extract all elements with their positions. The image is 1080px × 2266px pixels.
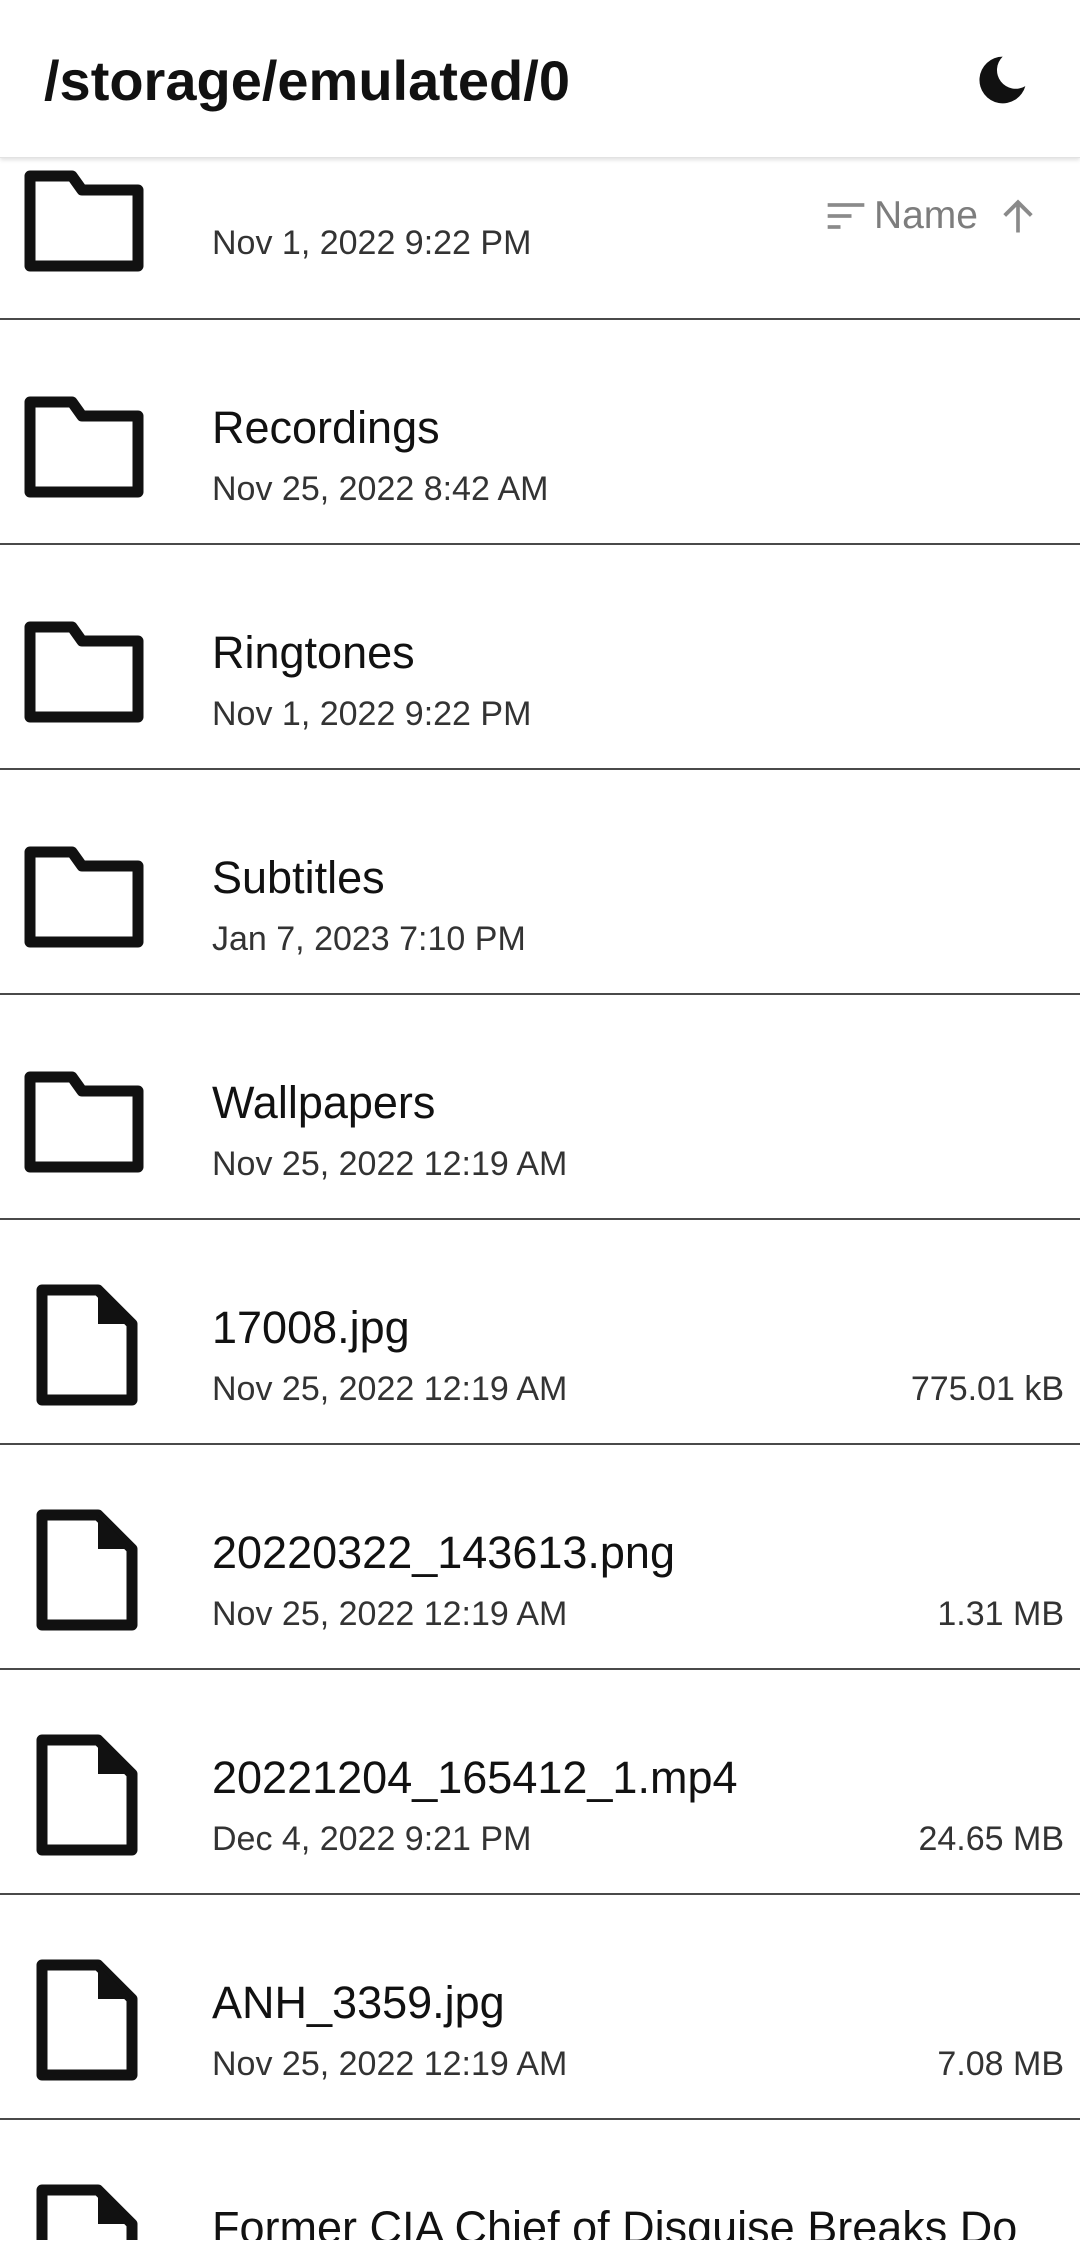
file-icon [20,1730,150,1860]
item-name: 17008.jpg [212,1302,410,1353]
item-date: Dec 4, 2022 9:21 PM [212,1820,532,1858]
folder-icon [20,154,150,284]
item-date: Nov 25, 2022 8:42 AM [212,470,549,508]
item-name: Recordings [212,402,440,453]
item-name: 20220322_143613.png [212,1527,675,1578]
folder-icon [20,605,150,735]
item-date: Nov 1, 2022 9:22 PM [212,695,532,733]
file-icon [20,2180,150,2240]
item-size: 1.31 MB [937,1595,1064,1633]
file-icon [20,1955,150,2085]
folder-row[interactable]: Recordings Nov 25, 2022 8:42 AM [0,320,1080,545]
file-icon [20,1280,150,1410]
app-bar: /storage/emulated/0 [0,0,1080,158]
file-row[interactable]: 20221204_165412_1.mp4 Dec 4, 2022 9:21 PM… [0,1670,1080,1895]
item-size: 7.08 MB [937,2045,1064,2083]
folder-icon [20,830,150,960]
current-path-title: /storage/emulated/0 [44,49,570,112]
moon-icon [979,56,1026,104]
theme-toggle-button[interactable] [970,48,1034,112]
item-date: Nov 25, 2022 12:19 AM [212,1595,568,1633]
folder-row[interactable]: Ringtones Nov 1, 2022 9:22 PM [0,545,1080,770]
item-name: Wallpapers [212,1077,436,1128]
item-name: 20221204_165412_1.mp4 [212,1752,738,1803]
folder-row[interactable]: Subtitles Jan 7, 2023 7:10 PM [0,770,1080,995]
item-name: Former CIA Chief of Disguise Breaks Do [212,2202,1018,2240]
item-date: Nov 25, 2022 12:19 AM [212,2045,568,2083]
file-row[interactable]: Former CIA Chief of Disguise Breaks Do [0,2120,1080,2240]
item-date: Nov 25, 2022 12:19 AM [212,1145,568,1183]
sort-control[interactable]: Name [815,190,1040,242]
file-icon [20,1505,150,1635]
item-name: ANH_3359.jpg [212,1977,505,2028]
item-name: Subtitles [212,852,385,903]
sort-label: Name [873,194,978,237]
item-size: 24.65 MB [918,1820,1064,1858]
folder-icon [20,380,150,510]
item-date: Nov 25, 2022 12:19 AM [212,1370,568,1408]
item-name: Ringtones [212,627,415,678]
folder-icon [20,1055,150,1185]
sort-icon [827,203,865,229]
folder-row[interactable]: Wallpapers Nov 25, 2022 12:19 AM [0,995,1080,1220]
item-date: Jan 7, 2023 7:10 PM [212,920,526,958]
file-row[interactable]: 17008.jpg Nov 25, 2022 12:19 AM 775.01 kB [0,1220,1080,1445]
item-date: Nov 1, 2022 9:22 PM [212,224,532,262]
file-row[interactable]: ANH_3359.jpg Nov 25, 2022 12:19 AM 7.08 MB [0,1895,1080,2120]
arrow-up-icon[interactable] [996,194,1040,238]
item-size: 775.01 kB [910,1370,1064,1408]
file-row[interactable]: 20220322_143613.png Nov 25, 2022 12:19 AM… [0,1445,1080,1670]
file-list: Nov 1, 2022 9:22 PM Recordings Nov 25, 202… [0,149,1080,2240]
